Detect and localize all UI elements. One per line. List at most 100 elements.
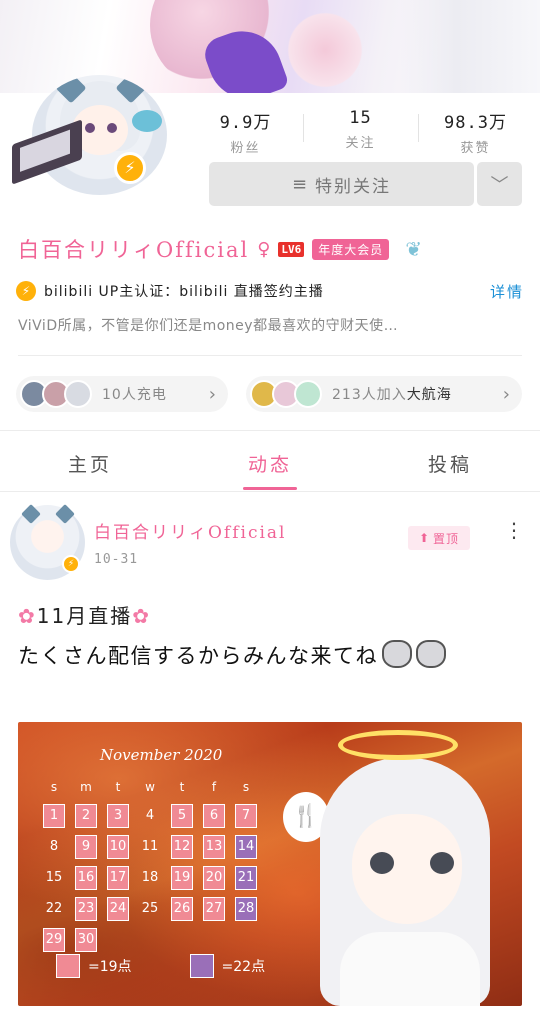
charger-avatars — [20, 380, 92, 408]
calendar-day: 30 — [70, 924, 102, 955]
calendar-legend: =19点 =22点 — [56, 954, 265, 978]
legend-label: =19点 — [88, 959, 132, 975]
lightning-icon: ⚡ — [16, 281, 36, 301]
calendar-day: 29 — [38, 924, 70, 955]
vip-badge[interactable]: 年度大会员 — [312, 238, 390, 260]
chevron-right-icon: › — [502, 383, 510, 405]
calendar-day-number: 25 — [141, 901, 159, 916]
follow-options-button[interactable]: ﹀ — [477, 162, 522, 206]
calendar-day-number: 4 — [145, 808, 155, 823]
calendar-day: 22 — [38, 893, 70, 924]
calendar-day-number: 8 — [49, 839, 59, 854]
legend-swatch-pink — [56, 954, 80, 978]
post-author-name[interactable]: 白百合リリィOfficial — [94, 518, 287, 543]
certification-detail-link[interactable]: 详情 — [490, 281, 524, 302]
post-text: 11月直播 — [36, 604, 133, 628]
charge-pill[interactable]: 10人充电 › — [16, 376, 228, 412]
medal-icon[interactable]: ❦ — [405, 237, 422, 261]
calendar-day-number: 19 — [171, 865, 193, 890]
cat-emoji-icon — [382, 640, 412, 668]
calendar-day-number: 30 — [75, 927, 97, 952]
calendar-day-number: 27 — [203, 896, 225, 921]
post-text: たくさん配信するからみんな来てね — [18, 644, 378, 668]
calendar-day: 7 — [230, 800, 262, 831]
sakura-icon: ✿ — [18, 604, 37, 628]
calendar-day: 14 — [230, 831, 262, 862]
profile-stats: 9.9万 粉丝 15 关注 98.3万 获赞 — [188, 108, 533, 156]
calendar-day: 1 — [38, 800, 70, 831]
weekday-label: t — [115, 780, 121, 794]
calendar-day-number: 14 — [235, 834, 257, 859]
calendar-day-number: 12 — [171, 834, 193, 859]
profile-bio[interactable]: ViViD所属，不管是你们还是money都最喜欢的守财天使… — [18, 315, 518, 335]
special-follow-button[interactable]: ≡ 特别关注 — [209, 162, 474, 206]
calendar-day-number: 17 — [107, 865, 129, 890]
calendar-day-number: 11 — [141, 839, 159, 854]
certification-text: bilibili UP主认证：bilibili 直播签约主播 — [44, 284, 324, 300]
calendar-day-number: 16 — [75, 865, 97, 890]
calendar-day: 5 — [166, 800, 198, 831]
stat-following[interactable]: 15 关注 — [303, 108, 418, 154]
calendar-day: 26 — [166, 893, 198, 924]
certification-row: ⚡ bilibili UP主认证：bilibili 直播签约主播 详情 — [16, 278, 524, 304]
fleet-name: 大航海 — [406, 387, 452, 403]
calendar-day: 10 — [102, 831, 134, 862]
calendar-day-number: 5 — [171, 803, 193, 828]
calendar-day: 4 — [134, 800, 166, 831]
stat-value: 15 — [349, 108, 372, 128]
calendar-day: 23 — [70, 893, 102, 924]
weekday-label: w — [145, 780, 155, 794]
fleet-count-prefix: 213人加入 — [332, 387, 407, 403]
post-image[interactable]: November 2020 smtwtfs 1 2 3 4 5 6 7 8 9 10 11 12 13 1… — [18, 722, 522, 1006]
calendar-day: 16 — [70, 862, 102, 893]
calendar-weekdays: smtwtfs — [38, 780, 262, 794]
post-author-avatar[interactable]: ⚡ — [10, 504, 85, 580]
avatar — [64, 380, 92, 408]
calendar-day: 18 — [134, 862, 166, 893]
calendar-day-number: 23 — [75, 896, 97, 921]
calendar-day-number: 26 — [171, 896, 193, 921]
calendar-day: 12 — [166, 831, 198, 862]
stat-value: 9.9万 — [219, 113, 272, 133]
pinned-badge: ⬆ 置顶 — [408, 526, 470, 550]
stat-likes[interactable]: 98.3万 获赞 — [418, 108, 533, 156]
profile-avatar[interactable]: ⚡ — [12, 70, 167, 210]
calendar-day-number: 6 — [203, 803, 225, 828]
calendar-day: 8 — [38, 831, 70, 862]
calendar-day-number: 9 — [75, 834, 97, 859]
calendar-day: 17 — [102, 862, 134, 893]
divider — [18, 355, 522, 356]
stat-label: 粉丝 — [230, 141, 261, 156]
character-illustration — [290, 722, 522, 1006]
pin-icon: ⬆ — [418, 531, 431, 545]
charge-count: 10人充电 — [102, 387, 167, 403]
calendar-day: 28 — [230, 893, 262, 924]
tab-dynamics[interactable]: 动态 — [180, 438, 360, 490]
level-badge: LV6 — [278, 241, 305, 257]
weekday-label: f — [211, 780, 217, 794]
calendar-day: 27 — [198, 893, 230, 924]
follow-button-label: 特别关注 — [315, 176, 392, 197]
female-icon: ♀ — [257, 238, 271, 260]
stat-fans[interactable]: 9.9万 粉丝 — [188, 108, 303, 156]
calendar-day: 9 — [70, 831, 102, 862]
calendar-day: 13 — [198, 831, 230, 862]
calendar-day-number: 18 — [141, 870, 159, 885]
calendar-day: 6 — [198, 800, 230, 831]
calendar-day-number: 22 — [45, 901, 63, 916]
fleet-count: 213人加入大航海 — [332, 384, 452, 404]
calendar-day-number: 24 — [107, 896, 129, 921]
post-text-line-1: ✿11月直播✿ — [18, 600, 151, 629]
fleet-pill[interactable]: 213人加入大航海 › — [246, 376, 522, 412]
stream-calendar: smtwtfs 1 2 3 4 5 6 7 8 9 10 11 12 13 14 15 16 17 18 19 20 2… — [38, 780, 262, 955]
calendar-day-number: 7 — [235, 803, 257, 828]
calendar-day-number: 10 — [107, 834, 129, 859]
menu-icon: ≡ — [291, 173, 310, 195]
calendar-title: November 2020 — [100, 746, 223, 764]
tab-uploads[interactable]: 投稿 — [360, 438, 540, 490]
verified-lightning-icon: ⚡ — [62, 555, 80, 573]
tab-home[interactable]: 主页 — [0, 438, 180, 490]
more-options-icon[interactable]: ⋮ — [504, 520, 524, 540]
weekday-label: m — [80, 780, 92, 794]
pin-label: 置顶 — [433, 531, 460, 546]
